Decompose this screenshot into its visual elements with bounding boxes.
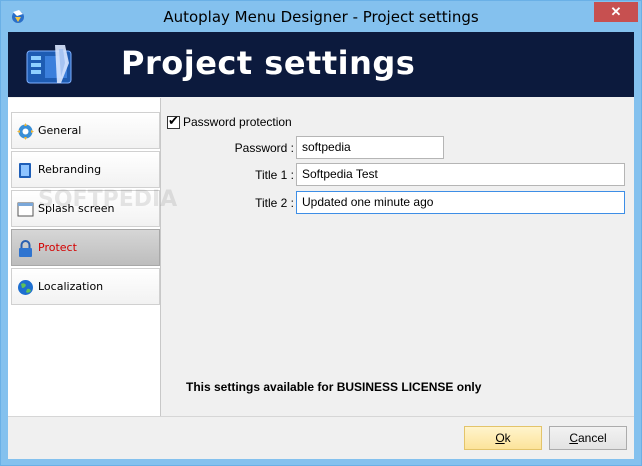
sidebar-item-label: Protect <box>38 241 77 254</box>
window-title: Autoplay Menu Designer - Project setting… <box>163 8 479 26</box>
header-banner: Project settings <box>8 32 634 97</box>
sidebar-item-label: General <box>38 124 82 137</box>
title2-label: Title 2 : <box>255 196 294 210</box>
client-area: Project settings General Rebranding Spla… <box>8 32 634 459</box>
title1-field[interactable]: Softpedia Test <box>296 163 625 186</box>
cancel-mnemonic: C <box>569 431 578 445</box>
window-icon <box>17 202 34 217</box>
gear-icon <box>17 123 34 140</box>
book-icon <box>19 163 31 178</box>
ok-button[interactable]: Ok <box>464 426 542 450</box>
ok-label-rest: k <box>504 431 511 445</box>
sidebar-item-label: Rebranding <box>38 163 102 176</box>
app-window: Autoplay Menu Designer - Project setting… <box>0 0 642 466</box>
title1-label: Title 1 : <box>255 168 294 182</box>
sidebar-item-rebranding[interactable]: Rebranding <box>11 151 160 188</box>
page-title: Project settings <box>121 44 416 82</box>
license-notice: This settings available for BUSINESS LIC… <box>186 380 482 394</box>
lock-icon <box>19 240 32 257</box>
footer-divider <box>8 416 634 417</box>
globe-icon <box>18 280 33 295</box>
protect-panel: ✔ Password protection Password : softped… <box>161 98 634 416</box>
title2-field[interactable]: Updated one minute ago <box>296 191 625 214</box>
ok-mnemonic: O <box>495 431 505 445</box>
password-label: Password : <box>234 141 294 155</box>
checkmark-icon: ✔ <box>168 113 179 128</box>
close-button[interactable]: ✕ <box>594 2 638 22</box>
sidebar-item-label: Localization <box>38 280 104 293</box>
title-bar[interactable]: Autoplay Menu Designer - Project setting… <box>1 1 641 32</box>
password-field[interactable]: softpedia <box>296 136 444 159</box>
settings-sidebar: General Rebranding Splash screen Protect… <box>8 98 161 416</box>
sidebar-item-protect[interactable]: Protect <box>11 229 160 266</box>
cancel-label-rest: ancel <box>577 431 607 445</box>
password-protection-checkbox[interactable]: ✔ <box>167 113 180 129</box>
cancel-button[interactable]: Cancel <box>549 426 627 450</box>
sidebar-item-localization[interactable]: Localization <box>11 268 160 305</box>
password-protection-label[interactable]: Password protection <box>183 115 292 129</box>
sidebar-item-general[interactable]: General <box>11 112 160 149</box>
project-settings-icon <box>26 45 72 84</box>
close-icon: ✕ <box>610 4 622 19</box>
